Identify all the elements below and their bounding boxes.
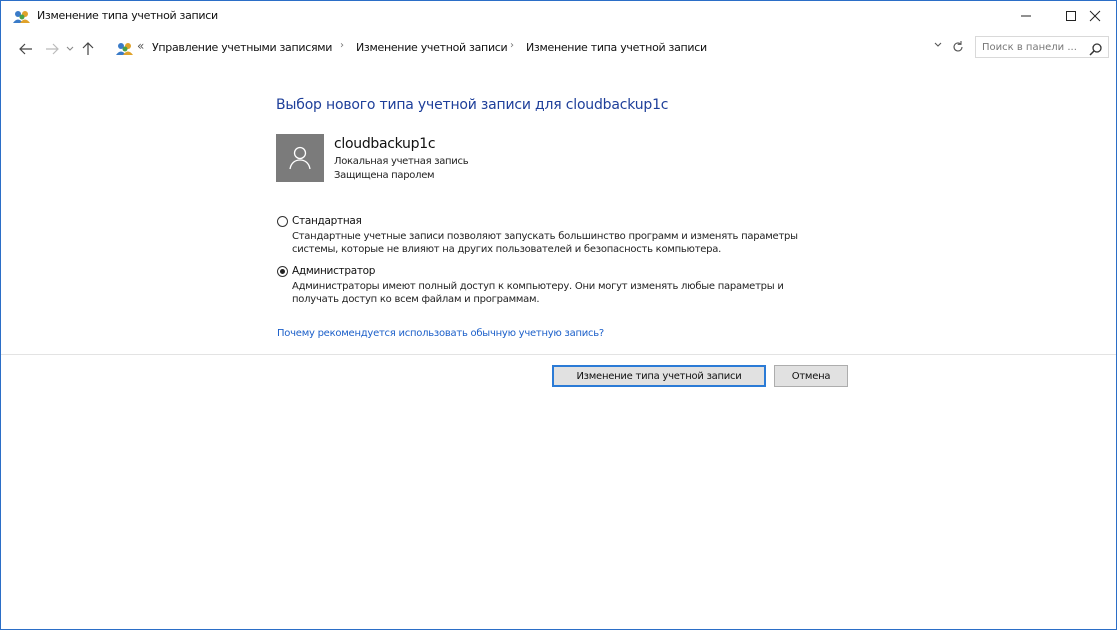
administrator-description-line-2: получать доступ ко всем файлам и програм… — [292, 294, 540, 305]
divider — [1, 354, 1116, 355]
page-heading: Выбор нового типа учетной записи для clo… — [276, 97, 669, 113]
administrator-description-line-1: Администраторы имеют полный доступ к ком… — [292, 281, 784, 292]
control-panel-window: Изменение типа учетной записи « Управлен… — [0, 0, 1117, 630]
radio-standard-label[interactable]: Стандартная — [292, 215, 362, 227]
forward-button[interactable] — [41, 39, 63, 59]
change-account-type-button[interactable]: Изменение типа учетной записи — [552, 365, 766, 387]
arrow-left-icon — [19, 43, 32, 55]
standard-description-line-2: системы, которые не влияют на других пол… — [292, 244, 722, 255]
arrow-up-icon — [82, 42, 94, 55]
search-input[interactable] — [982, 40, 1082, 54]
window-title: Изменение типа учетной записи — [37, 9, 218, 22]
radio-standard[interactable] — [277, 216, 288, 227]
avatar — [276, 134, 324, 182]
address-bar[interactable]: « Управление учетными записями › Изменен… — [111, 36, 963, 60]
refresh-icon — [953, 41, 963, 52]
account-status: Защищена паролем — [334, 170, 435, 181]
minimize-button[interactable] — [1003, 1, 1048, 31]
radio-administrator[interactable] — [277, 266, 288, 277]
breadcrumb-user-accounts[interactable]: Управление учетными записями — [152, 41, 332, 54]
users-icon — [116, 41, 134, 55]
breadcrumb-separator[interactable]: › — [510, 40, 514, 51]
address-dropdown[interactable] — [934, 40, 942, 51]
refresh-button[interactable] — [950, 39, 966, 55]
search-icon[interactable] — [1089, 41, 1103, 56]
account-name: cloudbackup1c — [334, 136, 436, 152]
standard-description-line-1: Стандартные учетные записи позволяют зап… — [292, 231, 798, 242]
minimize-icon — [1020, 15, 1031, 17]
radio-administrator-label[interactable]: Администратор — [292, 265, 375, 277]
users-icon — [13, 9, 31, 23]
back-button[interactable] — [15, 39, 37, 59]
breadcrumb-change-account[interactable]: Изменение учетной записи — [356, 41, 508, 54]
account-type: Локальная учетная запись — [334, 156, 469, 167]
search-box[interactable] — [975, 36, 1109, 58]
breadcrumb-change-account-type[interactable]: Изменение типа учетной записи — [526, 41, 707, 54]
user-icon — [289, 146, 311, 170]
chevron-down-icon — [66, 46, 74, 51]
title-bar: Изменение типа учетной записи — [1, 1, 1116, 31]
navigation-bar: « Управление учетными записями › Изменен… — [1, 35, 1116, 63]
help-link[interactable]: Почему рекомендуется использовать обычну… — [277, 328, 604, 339]
chevron-down-icon — [934, 42, 942, 47]
address-overflow[interactable]: « — [137, 39, 144, 53]
close-button[interactable] — [1073, 1, 1116, 31]
close-icon — [1089, 10, 1100, 22]
recent-locations-button[interactable] — [63, 39, 77, 59]
arrow-right-icon — [46, 43, 59, 55]
breadcrumb-separator[interactable]: › — [340, 40, 344, 51]
up-button[interactable] — [79, 39, 97, 59]
cancel-button[interactable]: Отмена — [774, 365, 848, 387]
